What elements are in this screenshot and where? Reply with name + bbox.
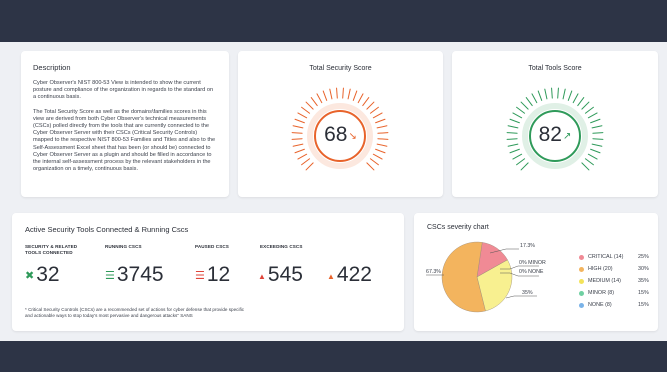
- list-icon: ☰: [105, 270, 115, 282]
- security-score-card[interactable]: Total Security Score 68↘: [238, 51, 443, 197]
- footnote: * Critical Security Controls (CSCs) are …: [25, 307, 245, 319]
- stat-running-cscs[interactable]: RUNNING CSCS: [105, 244, 142, 250]
- active-tools-card: Active Security Tools Connected & Runnin…: [12, 213, 404, 331]
- gauge-tick: [516, 106, 526, 114]
- slice-label-medium: 35%: [522, 290, 533, 296]
- top-bar: [0, 0, 667, 42]
- gauge-tick: [572, 93, 579, 104]
- gauge-tick: [310, 97, 318, 107]
- gauge-tick: [516, 158, 526, 166]
- legend-dot: [579, 291, 584, 296]
- gauge-tick: [305, 101, 314, 110]
- active-tools-title: Active Security Tools Connected & Runnin…: [25, 225, 189, 234]
- gauge-tick: [305, 162, 314, 171]
- gauge-tick: [362, 97, 370, 107]
- slice-label-high: 67.3%: [426, 269, 441, 275]
- slice-label-critical: 17.3%: [520, 243, 535, 249]
- stat-tools-connected-value: ✖32: [25, 263, 60, 286]
- arrow-up-right-icon: ↗: [562, 131, 572, 142]
- legend-dot: [579, 279, 584, 284]
- gauge-tick: [562, 88, 566, 100]
- warning-icon: ▲: [258, 272, 266, 281]
- stat-label: SECURITY & RELATED TOOLS CONNECTED: [25, 244, 78, 255]
- gauge-tick: [520, 101, 529, 110]
- tools-score-number: 82: [538, 123, 562, 146]
- gauge-tick: [369, 106, 379, 114]
- severity-pie-chart: 17.3% 0% MINOR 0% NONE 35% 67.3%: [426, 241, 546, 313]
- stat-paused-cscs[interactable]: PAUSED CSCS: [195, 244, 229, 250]
- gauge-tick: [577, 97, 585, 107]
- gauge-tick: [375, 118, 386, 124]
- gauge-tick: [366, 162, 375, 171]
- gauge-tick: [294, 118, 305, 124]
- gauge-tick: [347, 88, 351, 100]
- gauge-tick: [531, 93, 538, 104]
- gauge-tick: [357, 93, 364, 104]
- gauge-tick: [567, 90, 573, 101]
- description-paragraph-2: The Total Security Score as well as the …: [33, 108, 216, 173]
- gauge-tick: [509, 118, 520, 124]
- stat-running-cscs-value: ☰3745: [105, 263, 164, 286]
- leader-medium: [505, 295, 537, 299]
- gauge-tick: [297, 112, 308, 119]
- severity-chart-card: CSCs severity chart 17.3% 0% MINOR 0% NO…: [414, 213, 658, 331]
- gauge-tick: [590, 118, 601, 124]
- gauge-tick: [352, 90, 358, 101]
- gauge-tick: [557, 87, 559, 99]
- stat-exceeding-cscs[interactable]: EXCEEDING CSCS: [260, 244, 303, 250]
- gauge-tick: [581, 101, 590, 110]
- slice-label-none: 0% NONE: [519, 269, 544, 275]
- description-paragraph-1: Cyber Observer's NIST 800-53 View is int…: [33, 80, 214, 101]
- gauge-tick: [372, 153, 383, 160]
- gauge-tick: [581, 162, 590, 171]
- gauge-tick: [520, 162, 529, 171]
- legend-dot: [579, 267, 584, 272]
- gauge-tick: [525, 97, 533, 107]
- gauge-tick: [587, 112, 598, 119]
- gauge-tick: [369, 158, 379, 166]
- gauge-tick: [551, 87, 553, 99]
- gauge-tick: [336, 87, 338, 99]
- gauge-tick: [537, 90, 543, 101]
- gauge-tick: [316, 93, 323, 104]
- gauge-tick: [301, 106, 311, 114]
- gauge-tick: [301, 158, 311, 166]
- gauge-tick: [329, 88, 333, 100]
- stat-exceeding-cscs-value: ▲545: [258, 263, 303, 286]
- description-title: Description: [33, 63, 71, 72]
- list-icon: ☰: [195, 270, 205, 282]
- slice-label-minor: 0% MINOR: [519, 260, 546, 266]
- gauge-tick: [584, 106, 594, 114]
- gauge-tick: [322, 90, 328, 101]
- gauge-tick: [372, 112, 383, 119]
- gauge-tick: [342, 87, 344, 99]
- gauge-tick: [512, 112, 523, 119]
- gauge-tick: [512, 153, 523, 160]
- gauge-tick: [297, 153, 308, 160]
- legend-dot: [579, 303, 584, 308]
- security-score-number: 68: [324, 123, 348, 146]
- tools-score-card[interactable]: Total Tools Score 82↗: [452, 51, 658, 197]
- stat-exceeding-cscs-value-2: ▲422: [327, 263, 372, 286]
- gauge-tick: [587, 153, 598, 160]
- bottom-bar: [0, 341, 667, 372]
- gauge-tick: [366, 101, 375, 110]
- legend-dot: [579, 255, 584, 260]
- tools-score-value: 82↗: [452, 124, 658, 150]
- gauge-tick: [584, 158, 594, 166]
- tools-icon: ✖: [25, 270, 35, 282]
- gauge-tick: [544, 88, 548, 100]
- stat-tools-connected[interactable]: SECURITY & RELATED TOOLS CONNECTED: [25, 244, 77, 256]
- warning-icon: ▲: [327, 272, 335, 281]
- description-card: Description Cyber Observer's NIST 800-53…: [21, 51, 229, 197]
- arrow-down-right-icon: ↘: [348, 131, 357, 142]
- stat-paused-cscs-value: ☰12: [195, 263, 231, 286]
- security-score-value: 68↘: [238, 124, 443, 150]
